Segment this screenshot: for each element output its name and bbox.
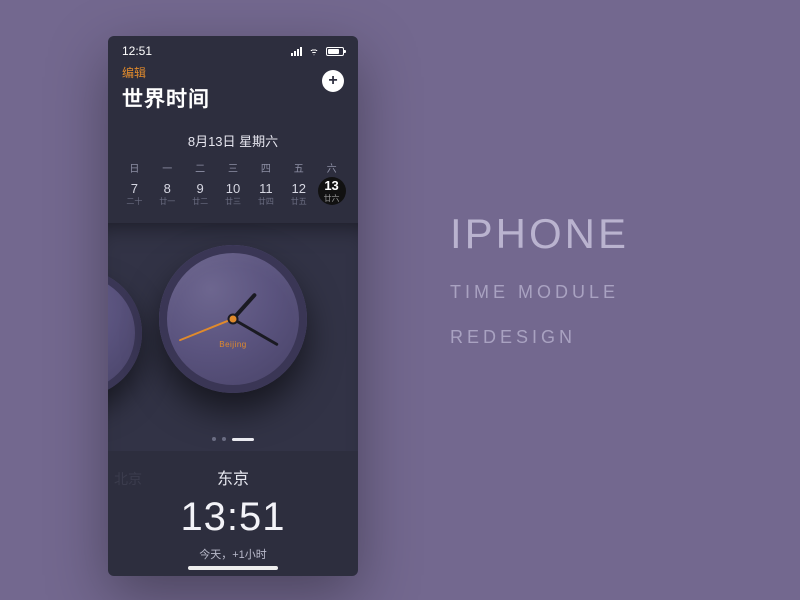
plus-icon: + bbox=[328, 73, 337, 89]
city-info: 北京 东京 13:51 今天，+1小时 bbox=[108, 451, 358, 570]
caption-line1: IPHONE bbox=[450, 210, 629, 258]
day-cell[interactable]: 8廿一 bbox=[151, 179, 184, 209]
day-cell-today[interactable]: 13廿六 bbox=[318, 177, 346, 205]
clock-main[interactable]: Beijing bbox=[159, 245, 307, 393]
caption-line2: TIME MODULE bbox=[450, 282, 629, 303]
week-strip[interactable]: 日 一 二 三 四 五 六 7二十 8廿一 9廿二 10廿三 11廿四 12廿五… bbox=[108, 160, 358, 223]
header: 编辑 世界时间 + bbox=[108, 62, 358, 123]
page-title: 世界时间 bbox=[122, 83, 344, 113]
edit-button[interactable]: 编辑 bbox=[122, 64, 344, 81]
page-dot bbox=[222, 437, 226, 441]
home-indicator[interactable] bbox=[188, 566, 278, 570]
weekday-head: 五 bbox=[282, 160, 315, 175]
city-offset: 今天，+1小时 bbox=[108, 546, 358, 562]
city-time: 13:51 bbox=[108, 495, 358, 540]
clock-brand: Beijing bbox=[219, 340, 247, 349]
weekday-head: 四 bbox=[249, 160, 282, 175]
day-cell[interactable]: 10廿三 bbox=[217, 179, 250, 209]
phone-mockup: 12:51 编辑 世界时间 + 8月13日 星期六 日 一 二 三 四 五 六 … bbox=[108, 36, 358, 576]
statusbar-time: 12:51 bbox=[122, 44, 152, 58]
second-hand bbox=[179, 318, 233, 341]
day-cell[interactable]: 12廿五 bbox=[282, 179, 315, 209]
page-dot bbox=[212, 437, 216, 441]
page-dot-active bbox=[232, 438, 254, 441]
day-cell[interactable]: 7二十 bbox=[118, 179, 151, 209]
clock-side[interactable] bbox=[108, 269, 142, 397]
caption-block: IPHONE TIME MODULE REDESIGN bbox=[450, 210, 629, 348]
weekday-head: 日 bbox=[118, 160, 151, 175]
wifi-icon bbox=[308, 47, 320, 56]
weekday-head: 二 bbox=[184, 160, 217, 175]
date-label: 8月13日 星期六 bbox=[108, 123, 358, 160]
weekday-head: 三 bbox=[217, 160, 250, 175]
add-button[interactable]: + bbox=[322, 70, 344, 92]
day-cell[interactable]: 9廿二 bbox=[184, 179, 217, 209]
page-indicator[interactable] bbox=[212, 437, 254, 441]
caption-line3: REDESIGN bbox=[450, 327, 629, 348]
city-name: 东京 bbox=[108, 465, 358, 489]
day-cell[interactable]: 11廿四 bbox=[249, 179, 282, 209]
clock-carousel[interactable]: Beijing bbox=[108, 223, 358, 451]
battery-icon bbox=[326, 47, 344, 56]
weekday-head: 一 bbox=[151, 160, 184, 175]
city-side-label: 北京 bbox=[114, 469, 142, 489]
weekday-head: 六 bbox=[315, 160, 348, 175]
signal-icon bbox=[291, 47, 302, 56]
clock-pin bbox=[230, 316, 237, 323]
status-bar: 12:51 bbox=[108, 36, 358, 62]
status-indicators bbox=[291, 47, 344, 56]
